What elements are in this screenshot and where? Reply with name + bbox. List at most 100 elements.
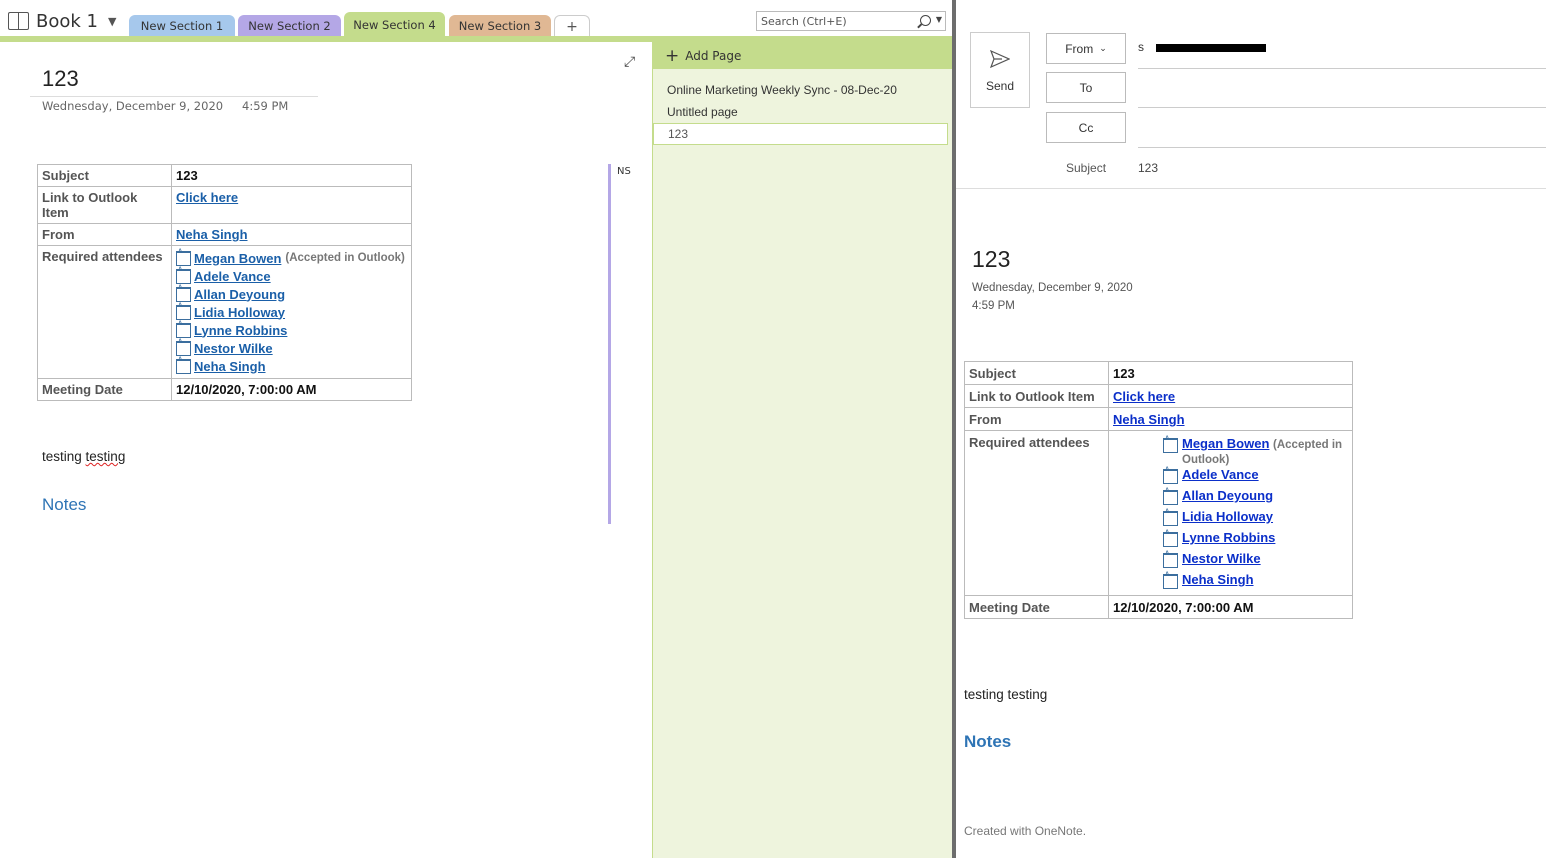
- notes-heading[interactable]: Notes: [42, 495, 86, 515]
- attendees-cell: Megan Bowen (Accepted in Outlook) Adele …: [1108, 430, 1353, 596]
- email-meeting-details-table: Subject 123 Link to Outlook Item Click h…: [964, 361, 1353, 619]
- contact-icon: [176, 249, 191, 266]
- attendee-link[interactable]: Neha Singh: [1182, 572, 1254, 587]
- meeting-details-table: Subject 123 Link to Outlook Item Click h…: [37, 164, 412, 401]
- send-icon: [990, 50, 1010, 68]
- contact-icon: [176, 321, 191, 338]
- list-item: Nestor Wilke: [176, 339, 407, 357]
- list-item: Lidia Holloway: [1113, 509, 1348, 529]
- page-item-123[interactable]: 123: [653, 123, 948, 145]
- from-label: From: [964, 407, 1109, 431]
- list-item: Megan Bowen (Accepted in Outlook): [1113, 436, 1348, 466]
- chevron-down-icon: ▼: [107, 14, 117, 28]
- attendee-link[interactable]: Adele Vance: [194, 269, 271, 284]
- attendee-link[interactable]: Lynne Robbins: [1182, 530, 1275, 545]
- contact-icon: [176, 285, 191, 302]
- contact-icon: [1163, 551, 1178, 568]
- attendee-link[interactable]: Megan Bowen: [194, 251, 281, 266]
- from-button[interactable]: From ⌄: [1046, 33, 1126, 64]
- list-item: Lynne Robbins: [1113, 530, 1348, 550]
- attendee-link[interactable]: Nestor Wilke: [194, 341, 273, 356]
- from-link[interactable]: Neha Singh: [176, 227, 248, 242]
- search-icon[interactable]: [920, 15, 931, 26]
- list-item: Nestor Wilke: [1113, 551, 1348, 571]
- page-item-online-marketing[interactable]: Online Marketing Weekly Sync - 08-Dec-20: [653, 79, 948, 101]
- meeting-date-label: Meeting Date: [37, 378, 172, 401]
- contact-icon: [176, 357, 191, 374]
- expand-icon[interactable]: ⤢: [624, 54, 640, 70]
- contact-icon: [1163, 530, 1178, 547]
- section-tab-new-section-2[interactable]: New Section 2: [238, 15, 341, 37]
- add-page-button[interactable]: + Add Page: [653, 42, 953, 69]
- section-tab-new-section-4[interactable]: New Section 4: [344, 12, 445, 38]
- section-tab-new-section-1[interactable]: New Section 1: [129, 15, 235, 37]
- attendee-link[interactable]: Lynne Robbins: [194, 323, 287, 338]
- from-underline: [1138, 68, 1546, 69]
- to-button[interactable]: To: [1046, 72, 1126, 103]
- page-title[interactable]: 123: [42, 66, 79, 92]
- redaction-bar: [1156, 44, 1266, 52]
- list-item: Neha Singh: [1113, 572, 1348, 592]
- header-divider: [956, 188, 1546, 189]
- cc-field[interactable]: [1138, 115, 1546, 145]
- subject-value: 123: [171, 164, 412, 187]
- attendees-cell: Megan Bowen (Accepted in Outlook) Adele …: [171, 245, 412, 379]
- table-row: Subject 123: [37, 164, 412, 187]
- title-underline: [30, 96, 318, 97]
- contact-icon: [176, 303, 191, 320]
- list-item: Allan Deyoung: [1113, 488, 1348, 508]
- notebook-icon: [8, 12, 30, 30]
- table-row: Link to Outlook Item Click here: [37, 186, 412, 224]
- list-item: Neha Singh: [176, 357, 407, 375]
- page-canvas[interactable]: 123 Wednesday, December 9, 2020 4:59 PM …: [0, 42, 652, 858]
- table-row: Meeting Date 12/10/2020, 7:00:00 AM: [37, 378, 412, 401]
- from-link[interactable]: Neha Singh: [1113, 412, 1185, 427]
- created-with-footer: Created with OneNote.: [964, 824, 1087, 838]
- attendee-link[interactable]: Lidia Holloway: [1182, 509, 1273, 524]
- cc-underline: [1138, 147, 1546, 148]
- email-compose-window: Send From ⌄ s To Cc Subject 123 123 Wedn…: [956, 0, 1546, 858]
- send-button[interactable]: Send: [970, 32, 1030, 108]
- cc-button[interactable]: Cc: [1046, 112, 1126, 143]
- search-input[interactable]: [761, 14, 911, 28]
- send-label: Send: [985, 79, 1015, 93]
- section-tab-new-section-3[interactable]: New Section 3: [449, 15, 551, 37]
- body-notes-heading: Notes: [964, 732, 1012, 751]
- outlook-item-link[interactable]: Click here: [176, 190, 238, 205]
- attendee-link[interactable]: Allan Deyoung: [194, 287, 285, 302]
- note-word-misspelled: testing: [85, 449, 126, 464]
- attendee-link[interactable]: Megan Bowen: [1182, 436, 1269, 451]
- attendees-label: Required attendees: [37, 245, 172, 379]
- attendee-link[interactable]: Allan Deyoung: [1182, 488, 1273, 503]
- meeting-date-value: 12/10/2020, 7:00:00 AM: [1108, 595, 1353, 619]
- attendee-link[interactable]: Nestor Wilke: [1182, 551, 1261, 566]
- search-scope-chevron-icon[interactable]: ▼: [936, 15, 942, 24]
- search-box: ▼: [756, 11, 946, 31]
- page-item-untitled[interactable]: Untitled page: [653, 101, 948, 123]
- contact-icon: [1163, 572, 1178, 589]
- note-text[interactable]: testing testing: [42, 449, 125, 464]
- body-time: 4:59 PM: [972, 300, 1015, 312]
- link-cell: Click here: [171, 186, 412, 224]
- attendee-link[interactable]: Adele Vance: [1182, 467, 1259, 482]
- table-row: Subject 123: [964, 361, 1353, 385]
- from-label: From: [1065, 41, 1094, 56]
- attendee-link[interactable]: Lidia Holloway: [194, 305, 285, 320]
- email-subject-field[interactable]: 123: [1138, 161, 1158, 175]
- contact-icon: [1163, 488, 1178, 505]
- add-section-button[interactable]: +: [554, 15, 590, 37]
- meeting-date-label: Meeting Date: [964, 595, 1109, 619]
- plus-icon: +: [665, 45, 680, 66]
- table-row: Required attendees Megan Bowen (Accepted…: [37, 245, 412, 379]
- list-item: Lidia Holloway: [176, 303, 407, 321]
- list-item: Adele Vance: [1113, 467, 1348, 487]
- attendee-link[interactable]: Neha Singh: [194, 359, 266, 374]
- contact-icon: [176, 339, 191, 356]
- outlook-item-link[interactable]: Click here: [1113, 389, 1175, 404]
- contact-icon: [1163, 436, 1178, 453]
- body-text[interactable]: testing testing: [964, 687, 1047, 702]
- chevron-down-icon: ⌄: [1099, 43, 1107, 53]
- add-page-label: Add Page: [685, 48, 742, 63]
- notebook-picker[interactable]: Book 1 ▼: [8, 8, 116, 34]
- to-field[interactable]: [1138, 75, 1546, 105]
